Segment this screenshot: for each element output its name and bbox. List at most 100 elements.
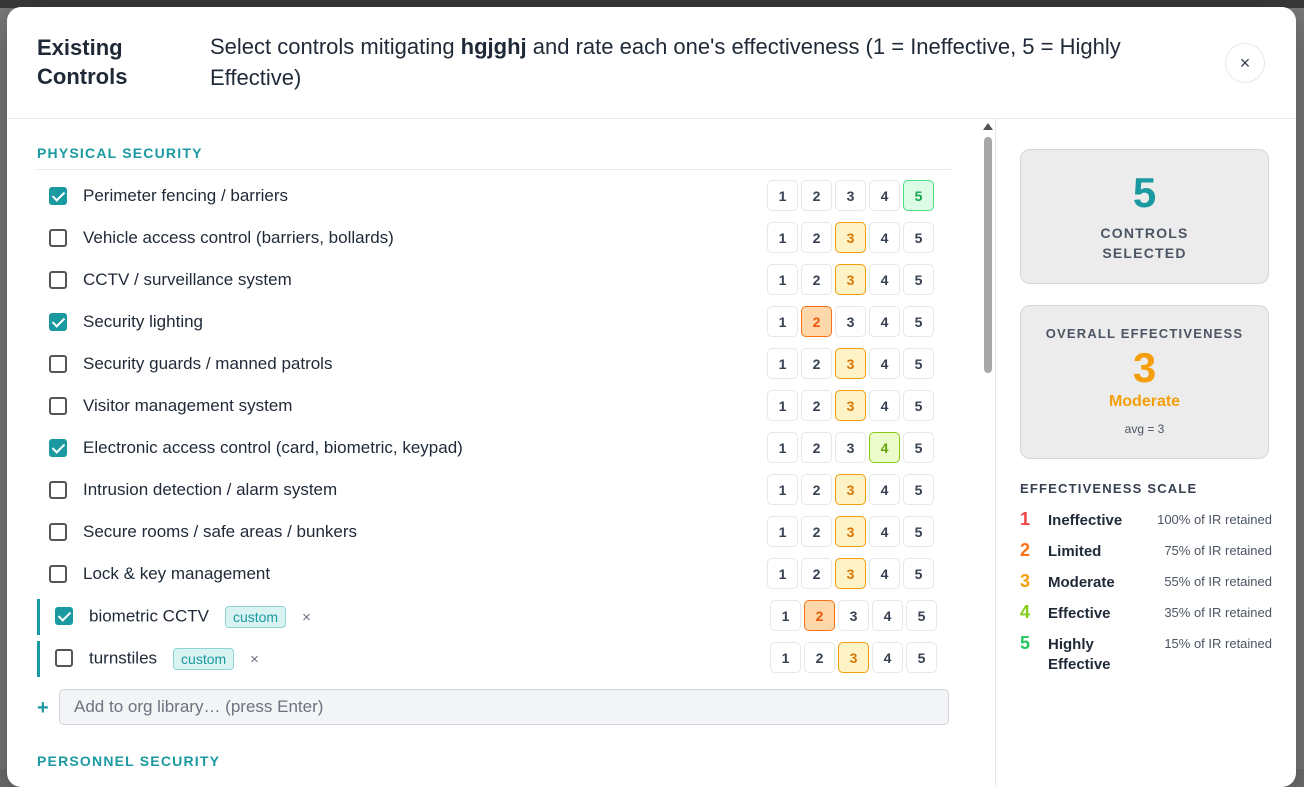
rating-button-5[interactable]: 5 (903, 348, 934, 379)
rating-button-4[interactable]: 4 (869, 306, 900, 337)
rating-button-3[interactable]: 3 (838, 642, 869, 673)
rating-button-2[interactable]: 2 (804, 600, 835, 631)
rating-button-2[interactable]: 2 (801, 516, 832, 547)
rating-button-1[interactable]: 1 (770, 600, 801, 631)
rating-button-2[interactable]: 2 (801, 474, 832, 505)
rating-button-3[interactable]: 3 (835, 264, 866, 295)
control-label[interactable]: Vehicle access control (barriers, bollar… (83, 228, 394, 248)
add-control-input[interactable] (59, 689, 949, 725)
control-row: Electronic access control (card, biometr… (37, 431, 947, 467)
control-label[interactable]: Electronic access control (card, biometr… (83, 438, 463, 458)
subtitle-text-before: Select controls mitigating (210, 34, 461, 59)
remove-custom-icon[interactable]: × (302, 609, 311, 626)
rating-button-4[interactable]: 4 (869, 222, 900, 253)
add-control-row: + (37, 689, 951, 729)
rating-button-2[interactable]: 2 (801, 432, 832, 463)
rating-button-1[interactable]: 1 (770, 642, 801, 673)
rating-button-2[interactable]: 2 (801, 306, 832, 337)
control-label[interactable]: Perimeter fencing / barriers (83, 186, 288, 206)
scale-number: 1 (1020, 509, 1031, 529)
control-checkbox[interactable] (55, 607, 73, 625)
rating-button-4[interactable]: 4 (869, 390, 900, 421)
control-label[interactable]: Security lighting (83, 312, 203, 332)
rating-button-2[interactable]: 2 (804, 642, 835, 673)
rating-button-5[interactable]: 5 (903, 516, 934, 547)
control-checkbox[interactable] (49, 565, 67, 583)
scale-retained-text: 35% of IR retained (1164, 605, 1272, 620)
rating-button-2[interactable]: 2 (801, 222, 832, 253)
rating-button-3[interactable]: 3 (835, 348, 866, 379)
control-checkbox[interactable] (49, 271, 67, 289)
rating-button-5[interactable]: 5 (903, 390, 934, 421)
rating-button-4[interactable]: 4 (869, 516, 900, 547)
rating-button-5[interactable]: 5 (903, 432, 934, 463)
control-label[interactable]: Lock & key management (83, 564, 270, 584)
rating-button-1[interactable]: 1 (767, 558, 798, 589)
rating-button-4[interactable]: 4 (872, 600, 903, 631)
control-label[interactable]: Secure rooms / safe areas / bunkers (83, 522, 357, 542)
rating-button-5[interactable]: 5 (903, 180, 934, 211)
control-label[interactable]: Security guards / manned patrols (83, 354, 332, 374)
rating-button-5[interactable]: 5 (903, 306, 934, 337)
rating-button-2[interactable]: 2 (801, 390, 832, 421)
rating-button-5[interactable]: 5 (906, 642, 937, 673)
rating-button-5[interactable]: 5 (903, 222, 934, 253)
rating-button-1[interactable]: 1 (767, 180, 798, 211)
rating-button-4[interactable]: 4 (869, 432, 900, 463)
rating-button-3[interactable]: 3 (835, 390, 866, 421)
rating-button-5[interactable]: 5 (903, 558, 934, 589)
control-checkbox[interactable] (49, 439, 67, 457)
control-checkbox[interactable] (49, 187, 67, 205)
control-checkbox[interactable] (49, 313, 67, 331)
control-label[interactable]: turnstiles custom × (89, 648, 259, 670)
rating-button-4[interactable]: 4 (869, 558, 900, 589)
scrollbar-thumb[interactable] (984, 137, 992, 373)
close-button[interactable]: × (1225, 43, 1265, 83)
control-row: Security lighting 1 2 3 4 5 (37, 305, 947, 341)
control-checkbox[interactable] (49, 481, 67, 499)
rating-button-3[interactable]: 3 (835, 180, 866, 211)
rating-button-1[interactable]: 1 (767, 348, 798, 379)
control-label[interactable]: Visitor management system (83, 396, 292, 416)
rating-button-4[interactable]: 4 (869, 264, 900, 295)
rating-button-1[interactable]: 1 (767, 390, 798, 421)
control-checkbox[interactable] (55, 649, 73, 667)
rating-button-1[interactable]: 1 (767, 264, 798, 295)
rating-button-5[interactable]: 5 (903, 264, 934, 295)
rating-button-1[interactable]: 1 (767, 306, 798, 337)
rating-button-3[interactable]: 3 (835, 474, 866, 505)
rating-button-3[interactable]: 3 (835, 516, 866, 547)
rating-button-4[interactable]: 4 (869, 348, 900, 379)
rating-button-3[interactable]: 3 (838, 600, 869, 631)
rating-button-4[interactable]: 4 (869, 180, 900, 211)
scale-retained-text: 55% of IR retained (1164, 574, 1272, 589)
rating-button-3[interactable]: 3 (835, 222, 866, 253)
rating-button-3[interactable]: 3 (835, 306, 866, 337)
rating-button-4[interactable]: 4 (869, 474, 900, 505)
control-checkbox[interactable] (49, 229, 67, 247)
rating-button-4[interactable]: 4 (872, 642, 903, 673)
rating-button-3[interactable]: 3 (835, 432, 866, 463)
rating-button-5[interactable]: 5 (906, 600, 937, 631)
rating-button-5[interactable]: 5 (903, 474, 934, 505)
control-label[interactable]: biometric CCTV custom × (89, 606, 311, 628)
remove-custom-icon[interactable]: × (250, 651, 259, 668)
rating-button-3[interactable]: 3 (835, 558, 866, 589)
control-label[interactable]: Intrusion detection / alarm system (83, 480, 337, 500)
rating-button-1[interactable]: 1 (767, 432, 798, 463)
scale-name: Moderate (1048, 574, 1115, 591)
overall-effectiveness-value: 3 (1132, 344, 1157, 391)
effectiveness-scale-title: EFFECTIVENESS SCALE (1020, 481, 1198, 496)
control-checkbox[interactable] (49, 397, 67, 415)
control-label[interactable]: CCTV / surveillance system (83, 270, 292, 290)
rating-button-1[interactable]: 1 (767, 222, 798, 253)
scroll-up-arrow-icon[interactable] (983, 123, 993, 130)
rating-button-1[interactable]: 1 (767, 516, 798, 547)
control-checkbox[interactable] (49, 355, 67, 373)
rating-button-2[interactable]: 2 (801, 558, 832, 589)
rating-button-1[interactable]: 1 (767, 474, 798, 505)
rating-button-2[interactable]: 2 (801, 264, 832, 295)
control-checkbox[interactable] (49, 523, 67, 541)
rating-button-2[interactable]: 2 (801, 348, 832, 379)
rating-button-2[interactable]: 2 (801, 180, 832, 211)
